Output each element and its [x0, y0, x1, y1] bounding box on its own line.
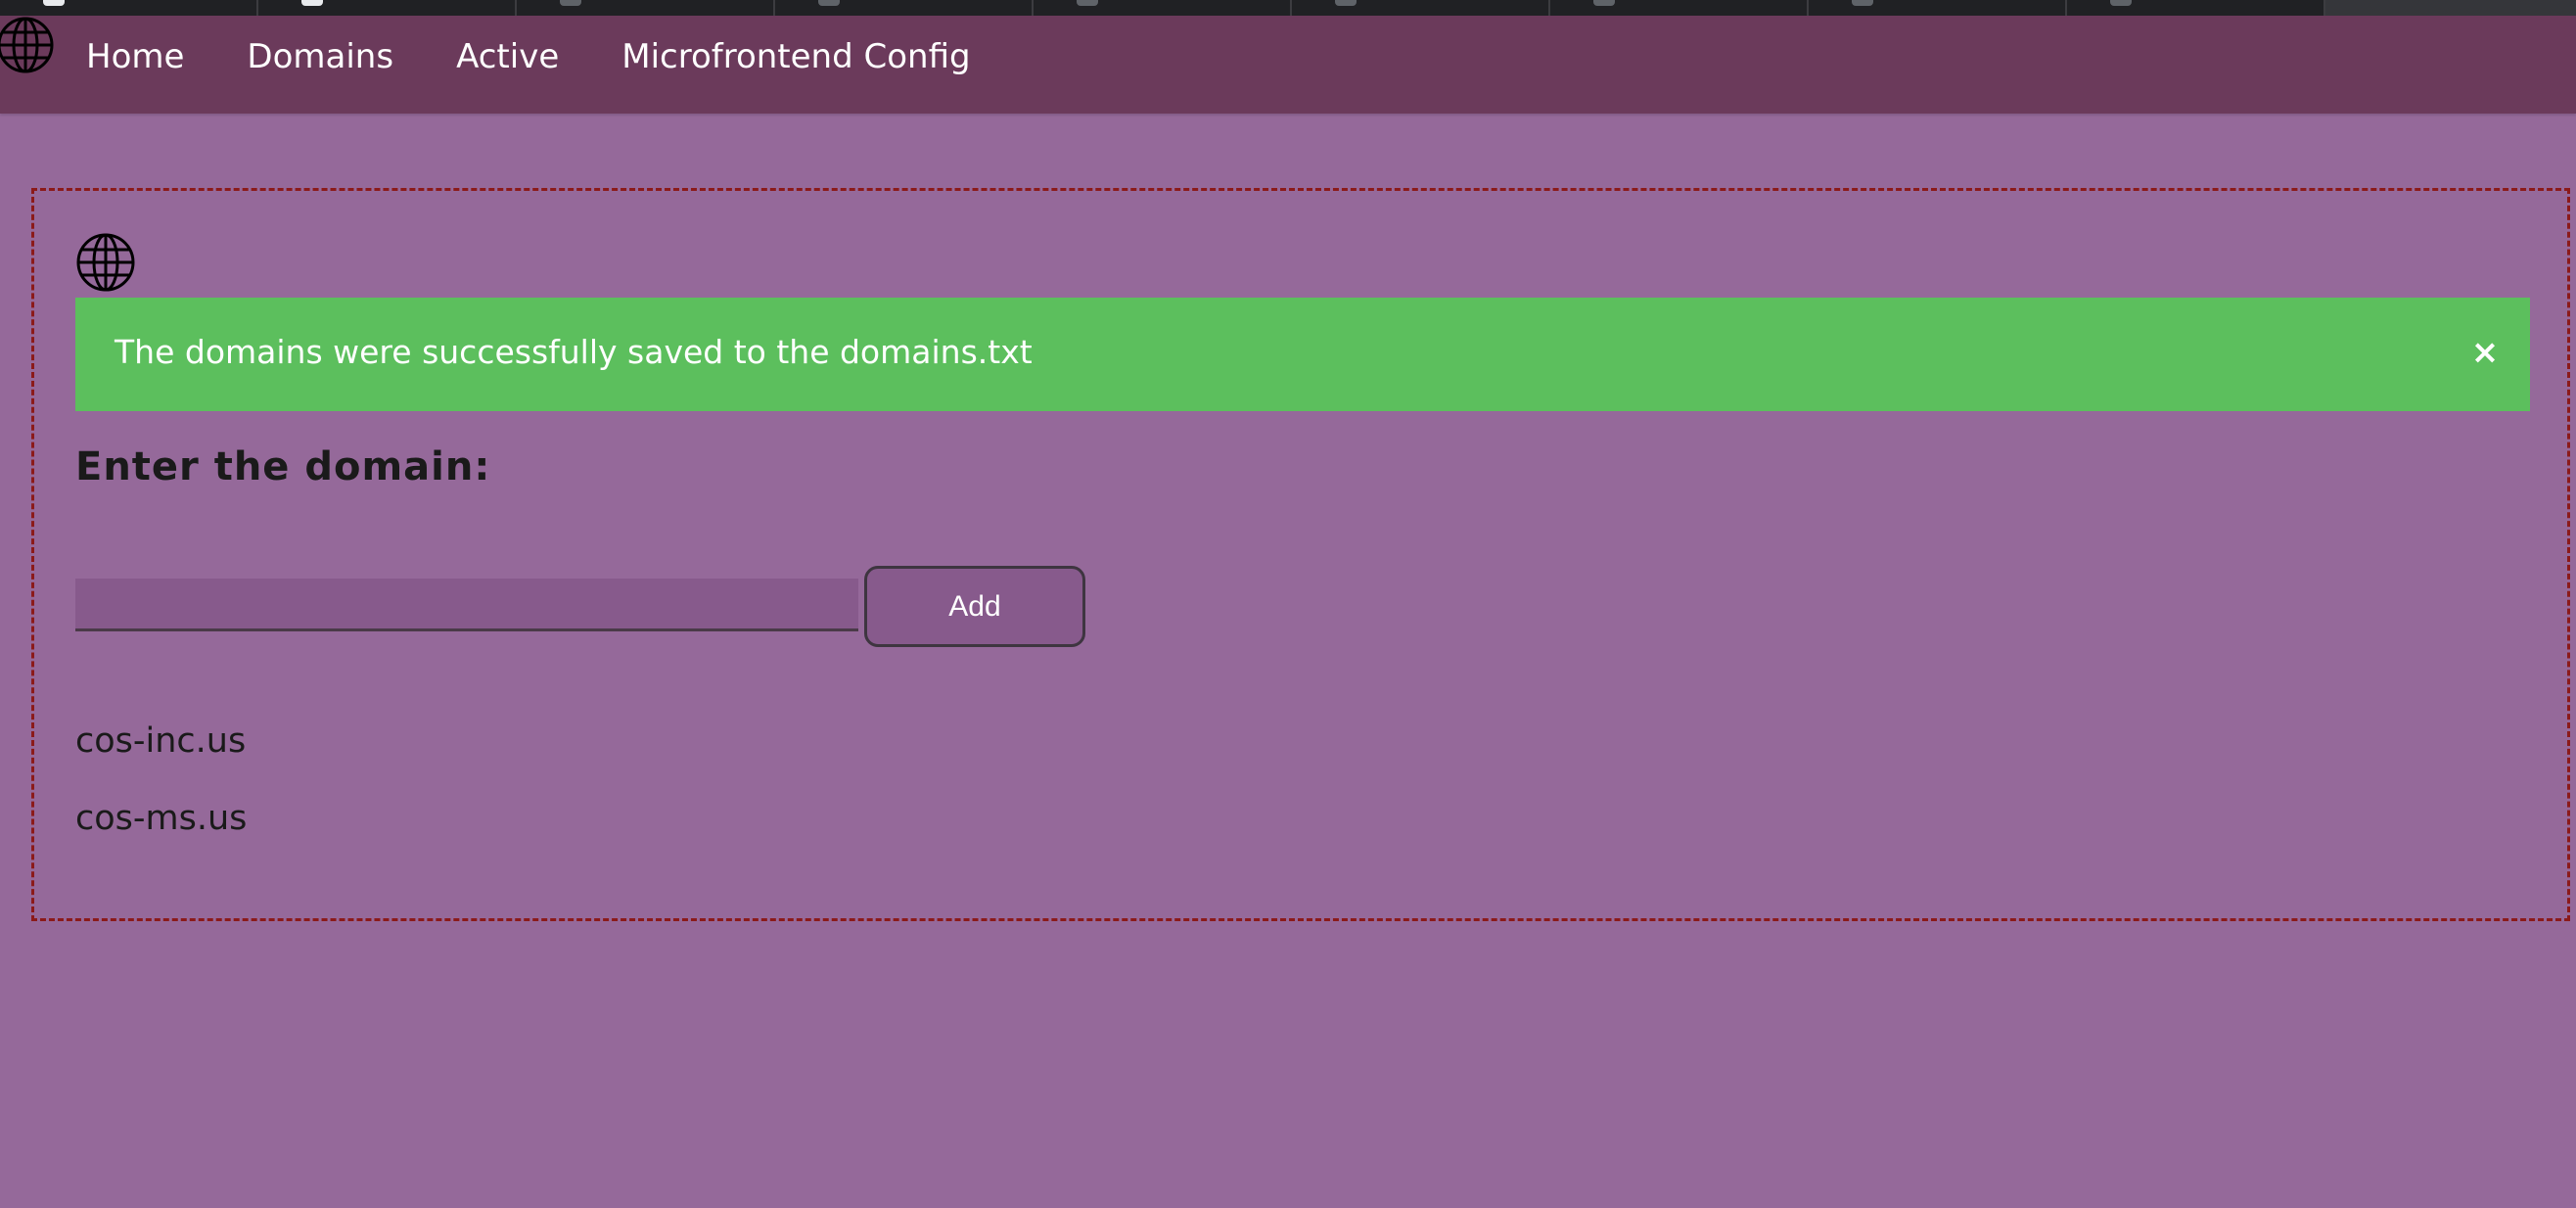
- browser-tab[interactable]: [2067, 0, 2325, 16]
- browser-tab-active[interactable]: [2325, 0, 2576, 16]
- browser-tab[interactable]: [1292, 0, 1550, 16]
- nav-links: Home Domains Active Microfrontend Config: [86, 37, 971, 76]
- browser-tab[interactable]: [1034, 0, 1292, 16]
- domain-input-label: Enter the domain:: [75, 444, 491, 489]
- tab-favicon: [2110, 0, 2132, 6]
- tab-favicon: [1335, 0, 1357, 6]
- browser-tab-strip: [0, 0, 2576, 16]
- tab-favicon: [301, 0, 323, 6]
- globe-icon[interactable]: [0, 16, 55, 74]
- tab-favicon: [43, 0, 65, 6]
- tab-favicon: [818, 0, 840, 6]
- nav-link-active[interactable]: Active: [456, 37, 559, 76]
- tab-favicon: [1852, 0, 1873, 6]
- nav-link-home[interactable]: Home: [86, 37, 184, 76]
- domains-panel: The domains were successfully saved to t…: [31, 188, 2570, 921]
- nav-link-domains[interactable]: Domains: [247, 37, 393, 76]
- browser-tab[interactable]: [1809, 0, 2067, 16]
- close-icon[interactable]: ×: [2465, 333, 2505, 372]
- tab-favicon: [1593, 0, 1615, 6]
- list-item: cos-inc.us: [75, 721, 247, 761]
- list-item: cos-ms.us: [75, 799, 248, 838]
- domain-list: cos-inc.us cos-ms.us: [75, 716, 247, 870]
- nav-link-microfrontend-config[interactable]: Microfrontend Config: [621, 37, 970, 76]
- alert-message: The domains were successfully saved to t…: [115, 333, 1033, 371]
- domain-input[interactable]: [75, 579, 858, 631]
- top-navbar: Home Domains Active Microfrontend Config: [0, 16, 2576, 114]
- add-button[interactable]: Add: [864, 566, 1085, 647]
- tab-favicon: [1077, 0, 1098, 6]
- success-alert: The domains were successfully saved to t…: [75, 298, 2530, 411]
- tab-favicon: [560, 0, 581, 6]
- globe-icon: [76, 233, 135, 292]
- browser-tab[interactable]: [0, 0, 258, 16]
- browser-tab[interactable]: [775, 0, 1034, 16]
- browser-tab[interactable]: [258, 0, 517, 16]
- browser-tab[interactable]: [1550, 0, 1809, 16]
- browser-tab[interactable]: [517, 0, 775, 16]
